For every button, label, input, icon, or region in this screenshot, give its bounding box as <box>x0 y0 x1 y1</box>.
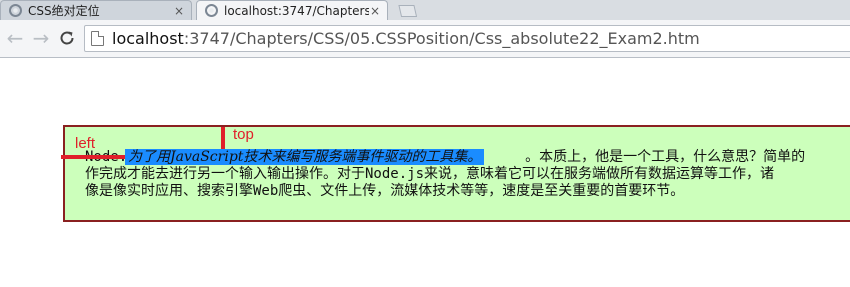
globe-icon <box>9 4 22 17</box>
text-line-2: 作完成才能去进行另一个输入输出操作。对于Node.js来说，意味着它可以在服务端… <box>85 166 774 182</box>
url-path: :3747/Chapters/CSS/05.CSSPosition/Css_ab… <box>183 29 700 48</box>
tab-localhost[interactable]: localhost:3747/Chapters/ × <box>196 0 417 20</box>
address-bar[interactable]: localhost:3747/Chapters/CSS/05.CSSPositi… <box>84 25 850 52</box>
reload-icon <box>60 31 74 45</box>
tab-title: localhost:3747/Chapters/ <box>224 3 369 18</box>
globe-icon <box>205 4 218 17</box>
top-offset-marker <box>221 127 225 149</box>
close-tab-icon[interactable]: × <box>369 4 381 18</box>
forward-button[interactable]: → <box>30 27 52 49</box>
close-tab-icon[interactable]: × <box>173 4 185 18</box>
text-line-1-suffix: 。本质上，他是一个工具，什么意思？简单的 <box>525 149 806 165</box>
tab-strip: CSS绝对定位 × localhost:3747/Chapters/ × <box>0 0 850 20</box>
page-icon <box>91 31 104 46</box>
left-offset-marker <box>61 155 125 159</box>
absolute-highlight-span: 为了用JavaScript技术来编写服务端事件驱动的工具集。 <box>125 149 485 165</box>
tab-css-absolute[interactable]: CSS绝对定位 × <box>0 0 192 20</box>
back-button[interactable]: ← <box>4 27 26 49</box>
browser-toolbar: ← → localhost:3747/Chapters/CSS/05.CSSPo… <box>0 20 850 58</box>
url-host: localhost <box>112 29 184 48</box>
reload-button[interactable] <box>56 27 78 49</box>
new-tab-button[interactable] <box>395 5 417 17</box>
top-label: top <box>233 126 254 143</box>
text-line-3: 像是像实时应用、搜索引擎Web爬虫、文件上传，流媒体技术等等，速度是至关重要的首… <box>85 183 685 199</box>
positioned-box: Node.。本质上，他是一个工具，什么意思？简单的 作完成才能去进行另一个输入输… <box>61 125 850 222</box>
left-label: left <box>75 135 96 152</box>
page-viewport: Node.。本质上，他是一个工具，什么意思？简单的 作完成才能去进行另一个输入输… <box>0 59 850 287</box>
tab-title: CSS绝对定位 <box>28 4 100 18</box>
